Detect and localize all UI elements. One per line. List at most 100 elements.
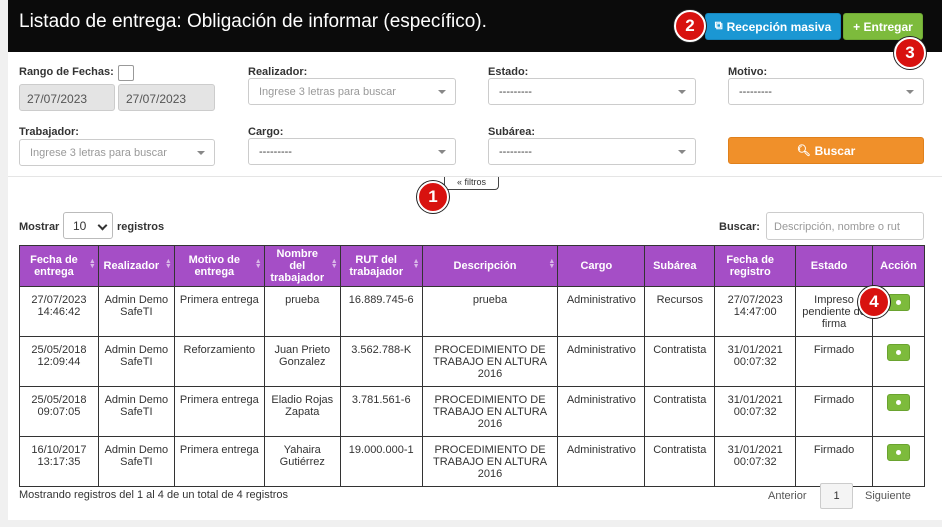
sort-icon: ▲ ▼ xyxy=(164,258,172,270)
date-to-input[interactable]: 27/07/2023 xyxy=(118,84,215,111)
bulk-reception-button[interactable]: ⧉ Recepción masiva xyxy=(705,13,841,40)
col-motivo[interactable]: Motivo de entrega ▲ ▼ xyxy=(173,245,265,287)
estado-select[interactable]: --------- xyxy=(488,78,696,105)
caret-down-icon xyxy=(438,90,446,94)
pagination-page-1[interactable]: 1 xyxy=(820,483,853,509)
col-rut[interactable]: RUT del trabajador ▲ ▼ xyxy=(339,245,423,287)
page-length-select[interactable]: 10 xyxy=(63,212,113,239)
estado-label: Estado: xyxy=(488,66,529,78)
sort-icon: ▲ ▼ xyxy=(254,258,262,270)
cell-subarea: Recursos xyxy=(644,286,716,337)
annotation-badge-1: 1 xyxy=(417,181,449,213)
col-fecha-registro: Fecha de registro xyxy=(714,245,797,287)
cell-fecha-entrega: 25/05/2018 12:09:44 xyxy=(19,336,99,387)
cell-subarea: Contratista xyxy=(644,336,716,387)
date-from-input[interactable]: 27/07/2023 xyxy=(19,84,115,111)
cell-cargo: Administrativo xyxy=(557,386,646,437)
title-bar: Listado de entrega: Obligación de inform… xyxy=(8,0,942,52)
table-info: Mostrando registros del 1 al 4 de un tot… xyxy=(19,489,289,501)
pagination-next[interactable]: Siguiente xyxy=(865,490,911,502)
table-search-input[interactable]: Descripción, nombre o rut xyxy=(766,212,924,240)
realizador-select[interactable]: Ingrese 3 letras para buscar xyxy=(248,78,456,105)
deliver-button[interactable]: + Entregar xyxy=(843,13,923,40)
trabajador-label: Trabajador: xyxy=(19,126,79,138)
cell-subarea: Contratista xyxy=(644,436,716,487)
caret-down-icon xyxy=(197,151,205,155)
motivo-select[interactable]: --------- xyxy=(728,78,924,105)
cargo-select[interactable]: --------- xyxy=(248,138,456,165)
trabajador-select[interactable]: Ingrese 3 letras para buscar xyxy=(19,139,215,166)
cell-fecha-entrega: 25/05/2018 09:07:05 xyxy=(19,386,99,437)
subarea-label: Subárea: xyxy=(488,126,536,138)
caret-down-icon xyxy=(906,90,914,94)
cell-fecha-entrega: 27/07/2023 14:46:42 xyxy=(19,286,99,337)
show-label: Mostrar xyxy=(19,221,60,233)
subarea-select[interactable]: --------- xyxy=(488,138,696,165)
cell-realizador: Admin Demo SafeTI xyxy=(97,436,175,487)
cell-fecha-entrega: 16/10/2017 13:17:35 xyxy=(19,436,99,487)
cell-descripcion: PROCEDIMIENTO DE TRABAJO EN ALTURA 2016 xyxy=(421,436,559,487)
cell-subarea: Contratista xyxy=(644,386,716,437)
search-button[interactable]: 🔍︎ Buscar xyxy=(728,137,924,164)
search-icon: 🔍︎ xyxy=(796,145,811,157)
col-realizador[interactable]: Realizador ▲ ▼ xyxy=(97,245,175,287)
cell-rut: 3.781.561-6 xyxy=(339,386,423,437)
cell-nombre: Yahaira Gutiérrez xyxy=(263,436,341,487)
cell-cargo: Administrativo xyxy=(557,286,646,337)
annotation-badge-3: 3 xyxy=(894,37,926,69)
cell-rut: 19.000.000-1 xyxy=(339,436,423,487)
cell-fecha-registro: 31/01/2021 00:07:32 xyxy=(714,386,797,437)
cell-estado: Firmado xyxy=(795,336,873,387)
col-nombre[interactable]: Nombre del trabajador ▲ ▼ xyxy=(263,245,341,287)
cell-nombre: prueba xyxy=(263,286,341,337)
page: Listado de entrega: Obligación de inform… xyxy=(8,0,942,520)
col-estado: Estado xyxy=(795,245,873,287)
col-descripcion[interactable]: Descripción ▲ ▼ xyxy=(421,245,559,287)
cell-cargo: Administrativo xyxy=(557,436,646,487)
col-fecha-entrega[interactable]: Fecha de entrega ▲ ▼ xyxy=(19,245,99,287)
caret-down-icon xyxy=(678,90,686,94)
col-cargo: Cargo xyxy=(557,245,646,287)
copy-icon: ⧉ xyxy=(714,20,723,32)
cell-rut: 16.889.745-6 xyxy=(339,286,423,337)
table-row: 25/05/2018 12:09:44 Admin Demo SafeTI Re… xyxy=(19,336,926,387)
cell-rut: 3.562.788-K xyxy=(339,336,423,387)
sort-icon: ▲ ▼ xyxy=(88,258,96,270)
pagination-prev[interactable]: Anterior xyxy=(768,490,807,502)
cell-nombre: Eladio Rojas Zapata xyxy=(263,386,341,437)
cell-fecha-registro: 31/01/2021 00:07:32 xyxy=(714,436,797,487)
caret-down-icon xyxy=(678,150,686,154)
caret-down-icon xyxy=(438,150,446,154)
date-range-checkbox[interactable] xyxy=(118,65,134,81)
motivo-label: Motivo: xyxy=(728,66,768,78)
cell-accion xyxy=(871,386,926,437)
cell-fecha-registro: 31/01/2021 00:07:32 xyxy=(714,336,797,387)
records-label: registros xyxy=(117,221,165,233)
sort-icon: ▲ ▼ xyxy=(548,258,556,270)
cell-motivo: Primera entrega xyxy=(173,386,265,437)
cell-fecha-registro: 27/07/2023 14:47:00 xyxy=(714,286,797,337)
view-eye-icon[interactable] xyxy=(886,294,910,311)
cell-estado: Firmado xyxy=(795,386,873,437)
page-title: Listado de entrega: Obligación de inform… xyxy=(19,11,487,32)
deliveries-table: Fecha de entrega ▲ ▼ Realizador ▲ ▼ Motivo d… xyxy=(19,245,926,487)
cell-motivo: Reforzamiento xyxy=(173,336,265,387)
view-eye-icon[interactable] xyxy=(886,444,910,461)
chevron-down-icon xyxy=(97,220,108,231)
date-range-label: Rango de Fechas: xyxy=(19,66,114,78)
view-eye-icon[interactable] xyxy=(886,344,910,361)
col-subarea: Subárea xyxy=(644,245,716,287)
cell-cargo: Administrativo xyxy=(557,336,646,387)
cell-accion xyxy=(871,436,926,487)
cell-motivo: Primera entrega xyxy=(173,436,265,487)
view-eye-icon[interactable] xyxy=(886,394,910,411)
table-header-row: Fecha de entrega ▲ ▼ Realizador ▲ ▼ Motivo d… xyxy=(19,245,926,287)
cell-realizador: Admin Demo SafeTI xyxy=(97,386,175,437)
filters-toggle[interactable]: « filtros xyxy=(444,177,499,190)
sort-icon: ▲ ▼ xyxy=(412,258,420,270)
cell-realizador: Admin Demo SafeTI xyxy=(97,286,175,337)
cell-accion xyxy=(871,336,926,387)
cell-motivo: Primera entrega xyxy=(173,286,265,337)
table-row: 25/05/2018 09:07:05 Admin Demo SafeTI Pr… xyxy=(19,386,926,437)
cell-descripcion: PROCEDIMIENTO DE TRABAJO EN ALTURA 2016 xyxy=(421,386,559,437)
